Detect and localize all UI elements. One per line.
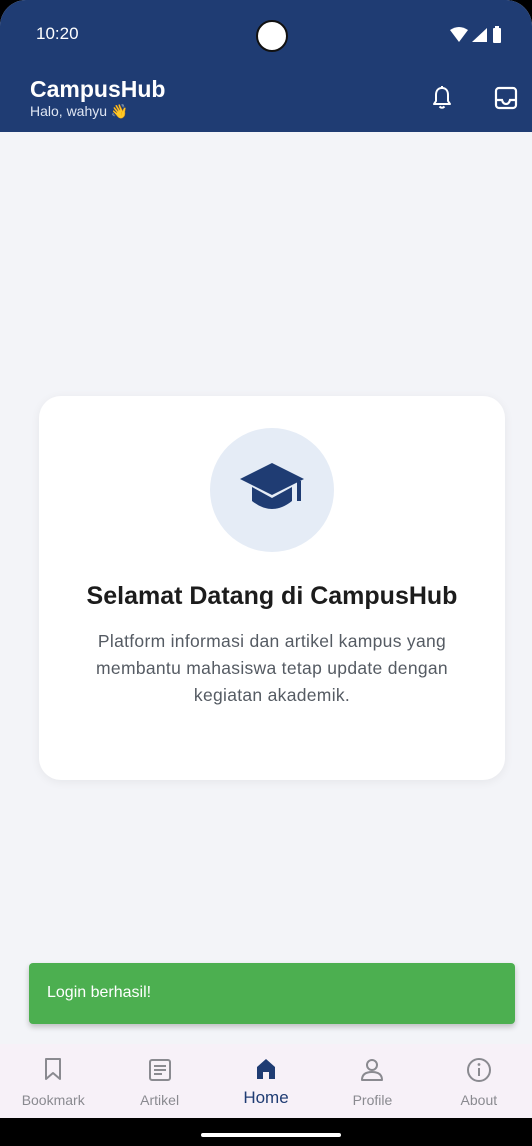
welcome-description: Platform informasi dan artikel kampus ya… xyxy=(96,631,448,705)
home-icon xyxy=(257,1059,276,1079)
nav-label-profile: Profile xyxy=(352,1092,393,1108)
bell-icon xyxy=(433,86,451,109)
battery-icon xyxy=(493,26,501,43)
bookmark-icon xyxy=(45,1058,62,1080)
toast-message: Login berhasil! xyxy=(47,984,152,1001)
status-time: 10:20 xyxy=(36,24,79,43)
signal-icon xyxy=(472,27,487,42)
nav-label-home: Home xyxy=(243,1088,289,1107)
bottom-navigation: Bookmark Artikel Home Profile About xyxy=(0,1044,532,1118)
home-indicator[interactable] xyxy=(201,1133,341,1137)
app-screen: 10:20 CampusHub Halo, wahyu 👋 Selamat Da… xyxy=(0,0,532,1146)
info-icon xyxy=(466,1058,491,1082)
nav-item-artikel[interactable]: Artikel xyxy=(106,1044,212,1118)
inbox-icon xyxy=(494,86,518,110)
app-title: CampusHub xyxy=(30,76,166,102)
wifi-icon xyxy=(450,26,468,42)
login-toast: Login berhasil! xyxy=(29,963,515,1024)
greeting-text: Halo, wahyu 👋 xyxy=(30,103,129,119)
welcome-title: Selamat Datang di CampusHub xyxy=(86,582,458,610)
nav-label-about: About xyxy=(460,1092,498,1108)
nav-item-about[interactable]: About xyxy=(426,1044,532,1118)
graduation-cap-icon xyxy=(240,463,304,509)
gesture-bar xyxy=(0,1118,532,1146)
app-bar: CampusHub Halo, wahyu 👋 xyxy=(0,54,532,132)
nav-item-profile[interactable]: Profile xyxy=(319,1044,425,1118)
camera-cutout xyxy=(256,20,288,52)
nav-item-bookmark[interactable]: Bookmark xyxy=(0,1044,106,1118)
nav-item-home[interactable]: Home xyxy=(213,1044,319,1118)
graduation-cap-badge xyxy=(210,428,334,552)
profile-icon xyxy=(361,1059,384,1081)
article-icon xyxy=(148,1059,171,1081)
nav-label-artikel: Artikel xyxy=(140,1092,180,1108)
notifications-button[interactable] xyxy=(428,84,456,112)
status-icons xyxy=(450,26,502,43)
welcome-card: Selamat Datang di CampusHub Platform inf… xyxy=(39,396,505,780)
nav-label-bookmark: Bookmark xyxy=(21,1092,85,1108)
status-bar: 10:20 xyxy=(0,0,532,54)
inbox-button[interactable] xyxy=(492,84,520,112)
